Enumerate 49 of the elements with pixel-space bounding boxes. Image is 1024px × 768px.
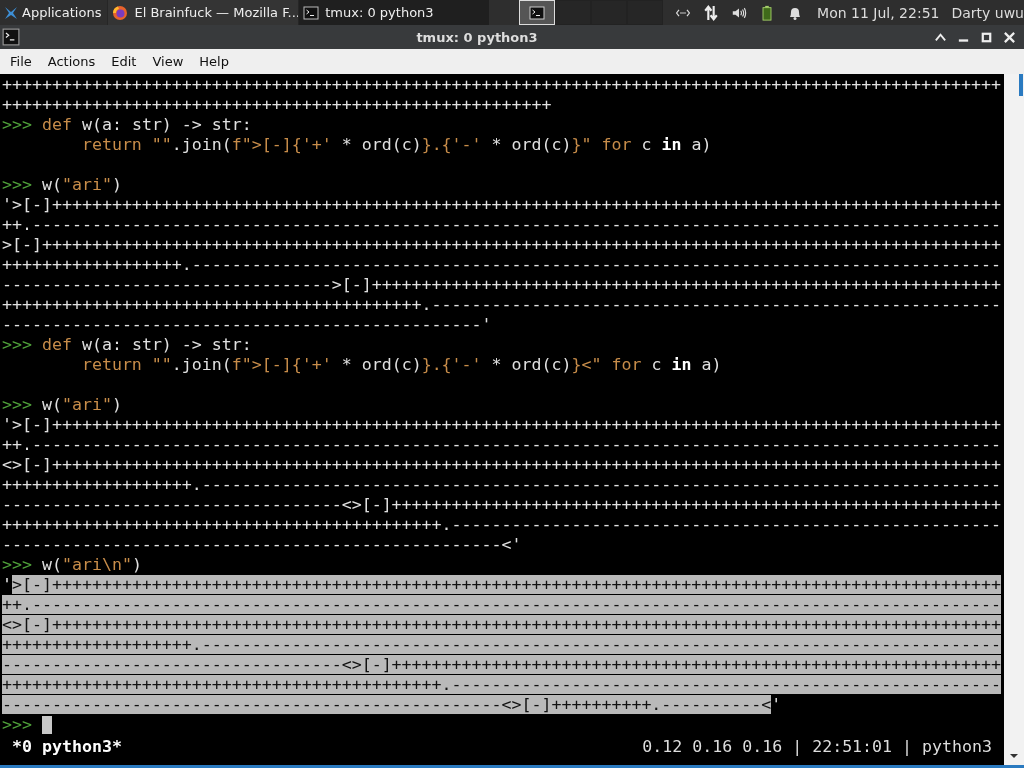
- terminal-line: >>>: [2, 715, 33, 735]
- terminal-line: --------------------------------->[-]+++++++++++++++++++++++++++++++++++++++++++++++++++++++++++++++: [2, 275, 1002, 295]
- applications-menu[interactable]: Applications: [0, 0, 108, 25]
- menu-item[interactable]: Help: [191, 54, 237, 69]
- terminal-line: >>> w("ari"): [2, 175, 122, 195]
- terminal-line: >[-]++++++++++++++++++++++++++++++++++++++++++++++++++++++++++++++++++++++++++++++++++++++++++++++++: [2, 235, 1002, 255]
- menu-item[interactable]: Edit: [103, 54, 145, 69]
- scroll-down-icon[interactable]: [1009, 753, 1019, 759]
- terminal-line: ++++++++++++++++++++++++++++++++++++++++++.---------------------------------------------------------: [2, 295, 1002, 315]
- menu-item[interactable]: View: [144, 54, 192, 69]
- terminal-icon[interactable]: [2, 28, 20, 46]
- terminal-line: ++++++++++++++++++.---------------------------------------------------------------------------------: [2, 255, 1002, 275]
- transfer-arrows-icon[interactable]: [703, 4, 720, 21]
- clock[interactable]: Mon 11 Jul, 22:51: [817, 4, 940, 21]
- terminal-line: ++++++++++++++++++++++++++++++++++++++++++++++++++++++++++++++++++++++++++++++++++++++++++++++++++++: [2, 75, 1002, 95]
- menu-item[interactable]: File: [2, 54, 40, 69]
- taskbar-window-button[interactable]: El Brainfuck — Mozilla F...: [107, 0, 299, 25]
- close-icon[interactable]: [1003, 30, 1016, 44]
- window-title: tmux: 0 python3: [415, 29, 539, 45]
- terminal-line: '>[-]+++++++++++++++++++++++++++++++++++++++++++++++++++++++++++++++++++++++++++++++++++++++++++++++: [2, 415, 1002, 435]
- terminal-line: <>[-]+++++++++++++++++++++++++++++++++++++++++++++++++++++++++++++++++++++++++++++++++++++++++++++++: [2, 455, 1002, 475]
- shade-icon[interactable]: [934, 30, 947, 44]
- browser-icon: [112, 4, 129, 21]
- terminal-line: >>> w("ari"): [2, 395, 122, 415]
- tmux-window-tab[interactable]: *0 python3*: [12, 736, 122, 756]
- terminal-line: return "".join(f">[-]{'+' * ord(c)}.{'-' * ord(c)}<" for c in a): [80, 355, 722, 375]
- mouse-logo-icon: [3, 4, 19, 21]
- taskbar-window-button[interactable]: tmux: 0 python3: [298, 0, 490, 25]
- terminal-line: ++++++++++++++++++++++++++++++++++++++++++++.-------------------------------------------------------: [2, 515, 1002, 535]
- terminal-line: ------------------------------------------------': [2, 315, 492, 335]
- user-name[interactable]: Darty uwu: [951, 4, 1024, 21]
- status-info: 0.12 0.16 0.16 | 22:51:01 | python3: [642, 736, 992, 756]
- terminal-line: return "".join(f">[-]{'+' * ord(c)}.{'-' * ord(c)}" for c in a): [80, 135, 712, 155]
- terminal-line: ----------------------------------<>[-]+++++++++++++++++++++++++++++++++++++++++++++++++++++++++++++: [2, 495, 1002, 515]
- terminal-line: --------------------------------------------------<': [2, 535, 522, 555]
- scroll-thumb[interactable]: [1019, 74, 1023, 96]
- terminal-line: >>> w("ari\n"): [2, 555, 142, 575]
- menu-item[interactable]: Actions: [39, 54, 104, 69]
- terminal-icon: [529, 4, 546, 21]
- terminal-line: >>> def w(a: str) -> str:: [2, 115, 252, 135]
- terminal-line: +++++++++++++++++++.--------------------------------------------------------------------------------: [2, 475, 1002, 495]
- terminal-line: >>> def w(a: str) -> str:: [2, 335, 252, 355]
- terminal-line: ++.-------------------------------------------------------------------------------------------------: [2, 215, 1002, 235]
- scrollbar[interactable]: [1004, 74, 1024, 765]
- terminal-icon: [303, 4, 320, 21]
- maximize-icon[interactable]: [980, 30, 993, 44]
- terminal-line: +++++++++++++++++++++++++++++++++++++++++++++++++++++++: [2, 95, 552, 115]
- terminal-line: ++.-------------------------------------------------------------------------------------------------: [2, 435, 1002, 455]
- terminal-line: '>[-]+++++++++++++++++++++++++++++++++++++++++++++++++++++++++++++++++++++++++++++++++++++++++++++++: [2, 195, 1002, 215]
